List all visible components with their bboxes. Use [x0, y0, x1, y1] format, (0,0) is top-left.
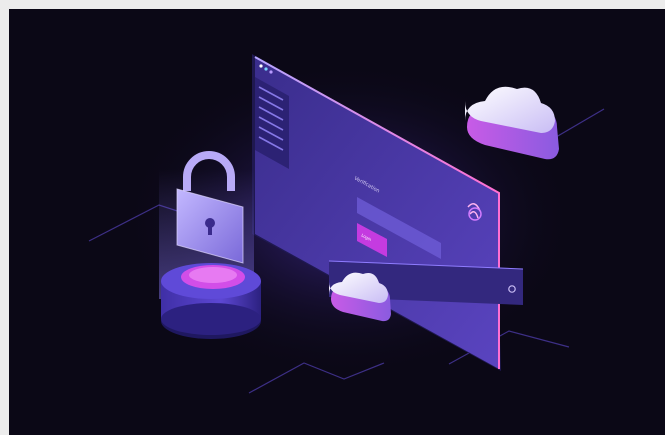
window-dot-icon [264, 67, 268, 71]
pedestal-bottom [161, 303, 261, 335]
window-dot-icon [259, 64, 263, 68]
pedestal-pad-highlight [189, 267, 237, 283]
illustration-svg: Verification Login [88, 54, 605, 394]
image-frame: Verification Login [0, 0, 665, 435]
security-illustration: Verification Login [9, 9, 665, 435]
window-dot-icon [269, 70, 273, 74]
